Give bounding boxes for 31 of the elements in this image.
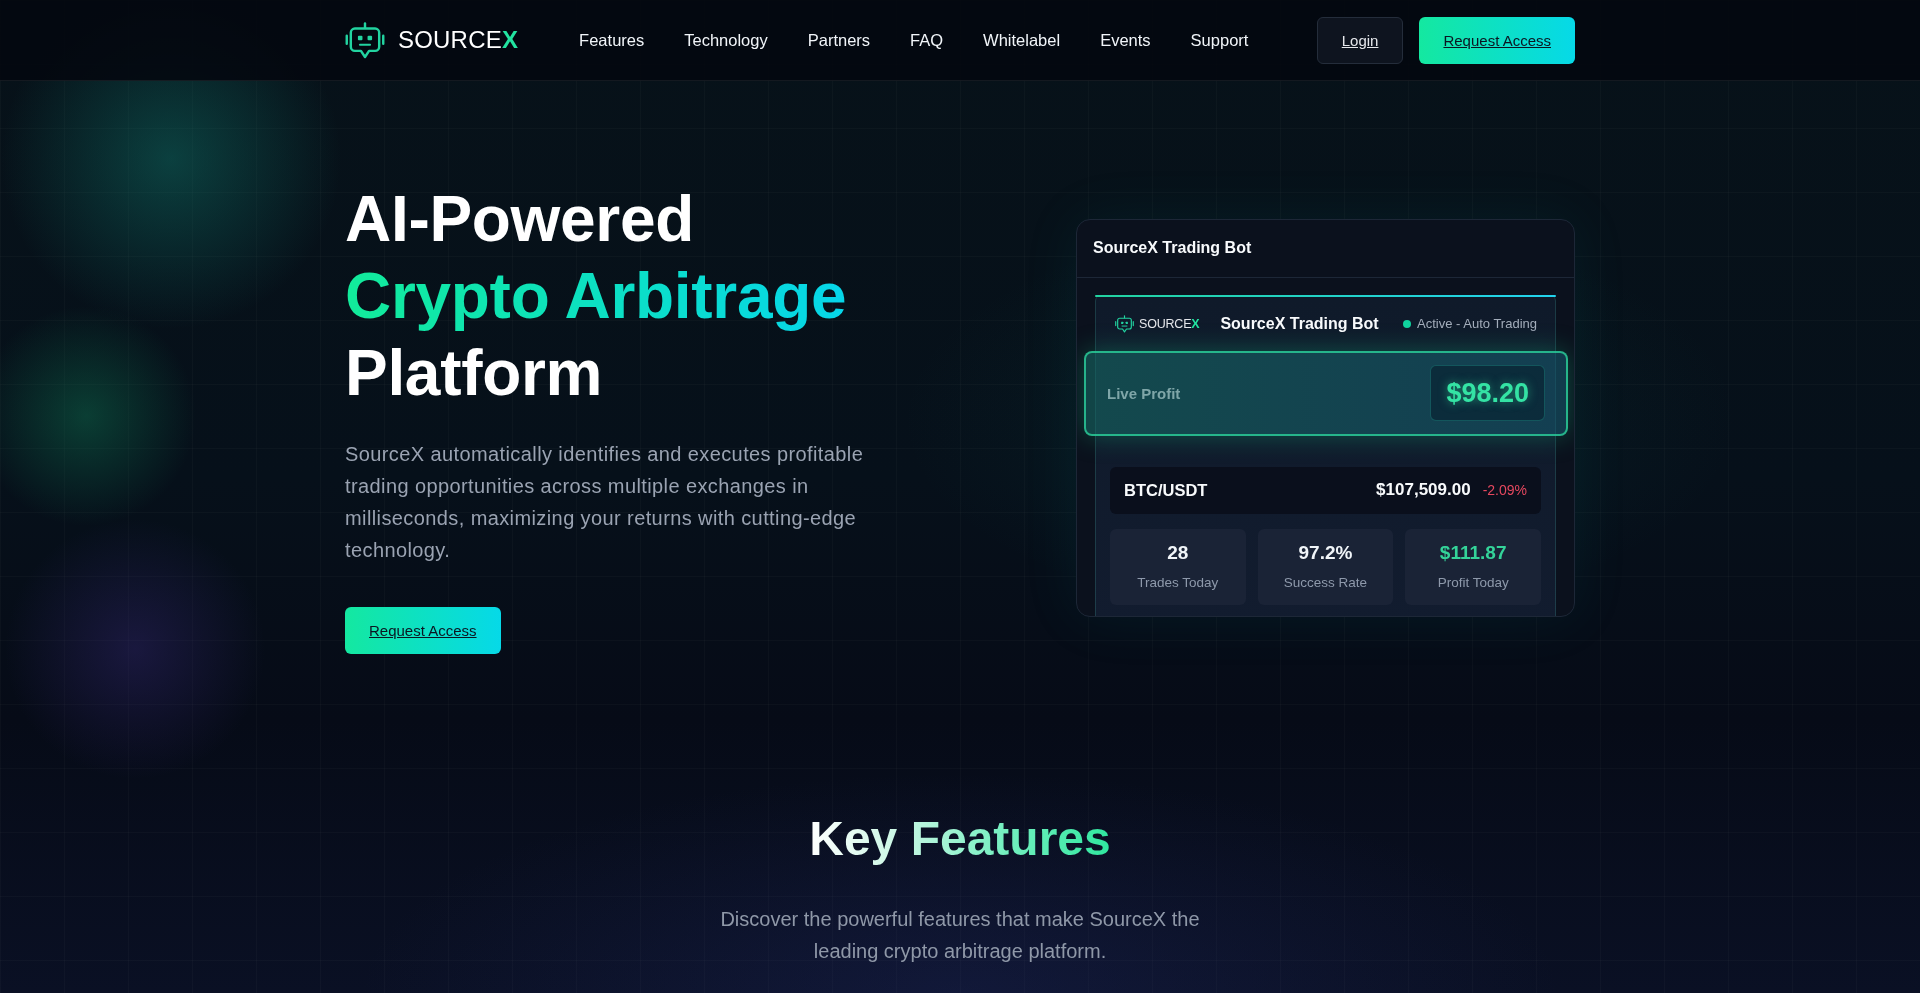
section-subtitle: Discover the powerful features that make SourceX the leading crypto arbitrage platform. — [719, 907, 1201, 964]
robot-icon — [345, 21, 385, 59]
nav-link[interactable]: Partners — [807, 30, 871, 50]
stat-label: Trades Today — [1137, 575, 1219, 591]
stat-label: Profit Today — [1437, 575, 1509, 591]
nav-link[interactable]: Support — [1190, 30, 1249, 50]
ticker-change: -2.09% — [1482, 482, 1527, 498]
nav-link[interactable]: Features — [579, 30, 645, 50]
status-label: Active - Auto Trading — [1417, 316, 1537, 331]
nav-link[interactable]: FAQ — [910, 30, 944, 50]
login-button[interactable]: Login — [1316, 16, 1404, 64]
bot-title: SourceX Trading Bot — [1220, 314, 1379, 333]
logo-wordmark: SOURCEX — [398, 25, 519, 55]
ticker-price: $107,509.00 — [1376, 480, 1471, 500]
live-profit-value: $98.20 — [1430, 365, 1545, 421]
stat-value: $111.87 — [1439, 542, 1507, 564]
stat-value: 97.2% — [1298, 542, 1353, 564]
card-title: SourceX Trading Bot — [1093, 239, 1252, 257]
nav-link[interactable]: Events — [1100, 30, 1151, 50]
request-access-button[interactable]: Request Access — [345, 607, 501, 654]
ticker-pair: BTC/USDT — [1124, 480, 1208, 500]
nav-link[interactable]: Whitelabel — [983, 30, 1061, 50]
stat-value: 28 — [1167, 542, 1189, 564]
nav-link[interactable]: Technology — [684, 30, 768, 50]
request-access-button[interactable]: Request Access — [1419, 16, 1575, 64]
stat-label: Success Rate — [1283, 575, 1368, 591]
robot-icon — [1115, 314, 1134, 333]
hero-heading: AI-Powered Crypto Arbitrage Platform — [345, 182, 847, 411]
live-profit-label: Live Profit — [1107, 384, 1181, 402]
hero-description: SourceX automatically identifies and executes profitable trading opportunities across multiple exchanges in milliseconds, maximizing your returns with cutting-edge technology. — [345, 442, 865, 563]
logo-wordmark: SOURCEX — [1139, 316, 1200, 331]
